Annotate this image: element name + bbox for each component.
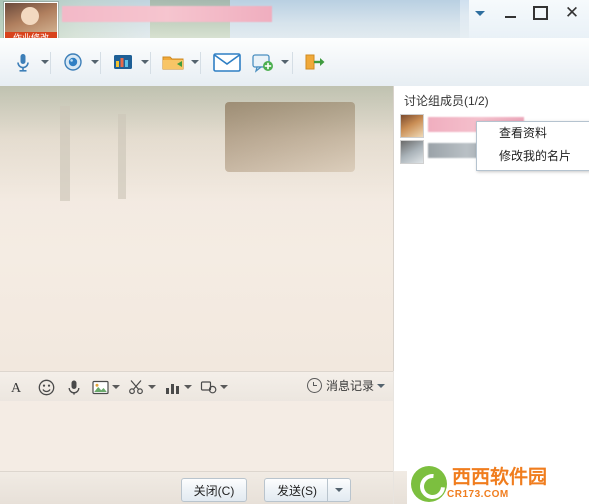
window-controls: ✕ [469, 0, 589, 38]
chevron-down-icon [475, 10, 485, 16]
maximize-button[interactable] [525, 2, 555, 24]
microphone-icon [8, 47, 38, 77]
message-history-button[interactable]: 消息记录 [306, 377, 385, 394]
send-options-button[interactable] [327, 478, 351, 502]
scissors-icon [129, 380, 143, 395]
toolbar-separator [200, 52, 201, 74]
watermark: 西西软件园 CR173.COM [407, 464, 589, 504]
more-tools-button[interactable] [200, 376, 228, 398]
brand-logo-icon [411, 466, 447, 502]
microphone-icon [68, 380, 80, 395]
avatar [400, 114, 424, 138]
watermark-url: CR173.COM [447, 489, 509, 500]
close-icon: ✕ [564, 2, 580, 22]
context-menu-item-edit-my-card[interactable]: 修改我的名片 [477, 145, 589, 168]
smiley-icon [38, 379, 55, 395]
chevron-down-icon[interactable] [112, 385, 120, 389]
title-redaction [62, 6, 272, 22]
toolbar-separator [100, 52, 101, 74]
chat-window: 作业修改 ✕ A 消息记录 关闭(C) 发送(S) 讨论组成员(1/2) 查看资… [0, 0, 589, 504]
emoji-button[interactable] [38, 376, 55, 398]
chevron-down-icon[interactable] [141, 60, 149, 64]
toolbar-remote-desktop[interactable] [108, 44, 149, 80]
clock-icon [306, 378, 322, 393]
chevron-down-icon[interactable] [91, 60, 99, 64]
svg-text:A: A [11, 381, 22, 395]
avatar[interactable]: 作业修改 [4, 2, 58, 38]
background-decoration [60, 106, 70, 201]
toolbar-exit-discussion[interactable] [300, 44, 330, 80]
toolbar-separator [292, 52, 293, 74]
chevron-down-icon[interactable] [148, 385, 156, 389]
watermark-brand: 西西软件园 [452, 467, 548, 488]
title-bar: 作业修改 ✕ [0, 0, 589, 38]
close-chat-button[interactable]: 关闭(C) [181, 478, 247, 502]
chevron-down-icon [335, 488, 343, 492]
toolbar-send-mail[interactable] [210, 44, 244, 80]
message-history-label: 消息记录 [325, 379, 374, 393]
background-decoration [118, 114, 126, 199]
folder-icon [158, 47, 188, 77]
chat-toolbar [0, 38, 589, 87]
envelope-icon [210, 47, 244, 77]
camera-lens-icon [58, 47, 88, 77]
send-button[interactable]: 发送(S) [264, 478, 329, 502]
font-style-button[interactable]: A [10, 376, 26, 398]
background-decoration [225, 102, 355, 172]
maximize-icon [532, 6, 548, 20]
context-menu: 查看资料 修改我的名片 [476, 121, 589, 171]
chevron-down-icon[interactable] [191, 60, 199, 64]
toolbar-audio-video-call[interactable] [8, 44, 49, 80]
apps-icon [200, 380, 217, 393]
input-toolbar: A 消息记录 [0, 371, 393, 403]
send-image-button[interactable] [92, 376, 120, 398]
avatar-face [21, 7, 39, 25]
message-input[interactable] [0, 401, 393, 471]
message-history-pane[interactable] [0, 86, 394, 371]
minimize-button[interactable] [495, 2, 525, 24]
add-person-icon [248, 47, 278, 77]
close-button[interactable]: ✕ [557, 2, 587, 24]
toolbar-add-member[interactable] [248, 44, 289, 80]
exit-arrow-icon [300, 47, 330, 77]
window-menu-button[interactable] [465, 2, 495, 24]
chevron-down-icon[interactable] [281, 60, 289, 64]
toolbar-screen-share[interactable] [58, 44, 99, 80]
member-panel-title: 讨论组成员(1/2) [404, 94, 489, 108]
toolbar-separator [150, 52, 151, 74]
toolbar-send-file[interactable] [158, 44, 199, 80]
font-icon: A [11, 381, 22, 395]
bars-icon [166, 383, 179, 394]
chevron-down-icon[interactable] [377, 383, 385, 388]
chevron-down-icon[interactable] [41, 60, 49, 64]
chevron-down-icon[interactable] [184, 385, 192, 389]
avatar [400, 140, 424, 164]
minimize-icon [504, 16, 516, 18]
picture-icon [92, 380, 109, 394]
chevron-down-icon[interactable] [220, 385, 228, 389]
context-menu-item-view-profile[interactable]: 查看资料 [477, 122, 589, 145]
bar-chart-icon [108, 47, 138, 77]
bottom-bar: 关闭(C) 发送(S) [0, 471, 393, 504]
voice-message-button[interactable] [66, 376, 82, 398]
shake-window-button[interactable] [164, 376, 192, 398]
screenshot-button[interactable] [128, 376, 156, 398]
toolbar-separator [50, 52, 51, 74]
